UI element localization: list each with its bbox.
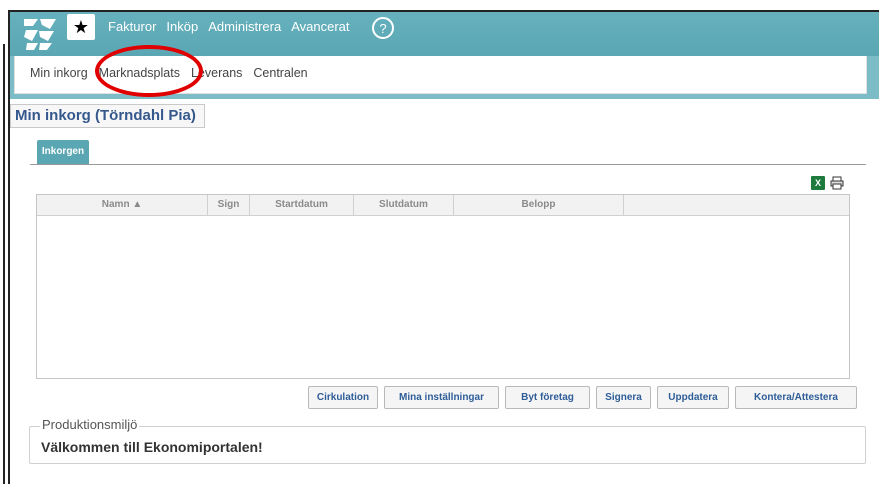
- environment-legend: Produktionsmiljö: [40, 417, 140, 432]
- subnav-item-min-inkorg[interactable]: Min inkorg: [30, 66, 88, 80]
- column-header-slutdatum[interactable]: Slutdatum: [354, 195, 454, 215]
- column-header-empty: [624, 195, 849, 215]
- column-header-startdatum[interactable]: Startdatum: [250, 195, 354, 215]
- help-icon[interactable]: ?: [372, 17, 394, 39]
- inbox-table: Namn ▲ Sign Startdatum Slutdatum Belopp: [36, 194, 850, 379]
- excel-export-icon[interactable]: X: [811, 176, 825, 190]
- print-icon[interactable]: [830, 176, 844, 190]
- page-title: Min inkorg (Törndahl Pia): [10, 104, 205, 128]
- tab-underline: [30, 164, 866, 165]
- menu-item-avancerat[interactable]: Avancerat: [291, 19, 349, 34]
- menu-item-administrera[interactable]: Administrera: [208, 19, 281, 34]
- subnav-item-centralen[interactable]: Centralen: [253, 66, 307, 80]
- kontera-attestera-button[interactable]: Kontera/Attestera: [735, 386, 857, 409]
- welcome-message: Välkommen till Ekonomiportalen!: [41, 439, 263, 455]
- column-header-sign[interactable]: Sign: [208, 195, 250, 215]
- uppdatera-button[interactable]: Uppdatera: [657, 386, 729, 409]
- tab-inkorgen[interactable]: Inkorgen: [37, 140, 89, 164]
- signera-button[interactable]: Signera: [596, 386, 651, 409]
- action-button-row: Cirkulation Mina inställningar Byt föret…: [308, 386, 863, 409]
- byt-foretag-button[interactable]: Byt företag: [505, 386, 590, 409]
- column-header-belopp[interactable]: Belopp: [454, 195, 624, 215]
- menu-item-inkop[interactable]: Inköp: [166, 19, 198, 34]
- star-icon: ★: [72, 16, 90, 37]
- logo-icon[interactable]: [22, 17, 58, 51]
- menu-item-fakturor[interactable]: Fakturor: [108, 19, 156, 34]
- annotation-highlight-circle: [95, 45, 203, 97]
- column-header-namn[interactable]: Namn ▲: [37, 195, 208, 215]
- favorites-star-button[interactable]: ★: [67, 14, 95, 40]
- table-header: Namn ▲ Sign Startdatum Slutdatum Belopp: [37, 195, 849, 216]
- main-menu: Fakturor Inköp Administrera Avancerat: [108, 19, 359, 34]
- cirkulation-button[interactable]: Cirkulation: [308, 386, 378, 409]
- left-border-line: [3, 44, 5, 484]
- screenshot-frame: ★ Fakturor Inköp Administrera Avancerat …: [0, 0, 879, 484]
- mina-installningar-button[interactable]: Mina inställningar: [384, 386, 499, 409]
